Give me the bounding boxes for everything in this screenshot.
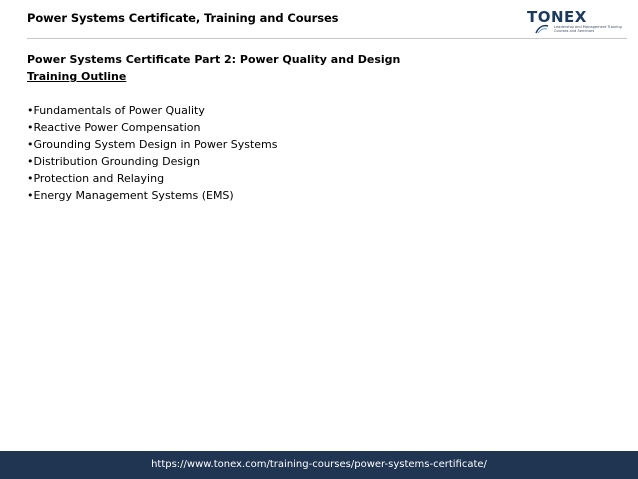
header-divider [27, 38, 627, 39]
logo-swoosh-icon [535, 24, 549, 34]
header-title: Power Systems Certificate, Training and … [27, 11, 339, 25]
list-item: •Grounding System Design in Power System… [27, 138, 278, 151]
slide-title: Power Systems Certificate Part 2: Power … [27, 53, 401, 66]
list-item: •Protection and Relaying [27, 172, 165, 185]
list-item: •Energy Management Systems (EMS) [27, 189, 234, 202]
list-item: •Distribution Grounding Design [27, 155, 201, 168]
outline-list: •Fundamentals of Power Quality •Reactive… [27, 102, 607, 204]
outline-heading: Training Outline [27, 70, 127, 83]
list-item: •Fundamentals of Power Quality [27, 104, 205, 117]
footer-url-link[interactable]: https://www.tonex.com/training-courses/p… [0, 459, 638, 470]
logo-tagline: Leadership and Management Training Cours… [554, 25, 622, 34]
tonex-logo: TONEX Leadership and Management Training… [527, 8, 627, 38]
list-item: •Reactive Power Compensation [27, 121, 201, 134]
slide-content: Power Systems Certificate Part 2: Power … [27, 51, 607, 204]
footer-bar: https://www.tonex.com/training-courses/p… [0, 451, 638, 479]
